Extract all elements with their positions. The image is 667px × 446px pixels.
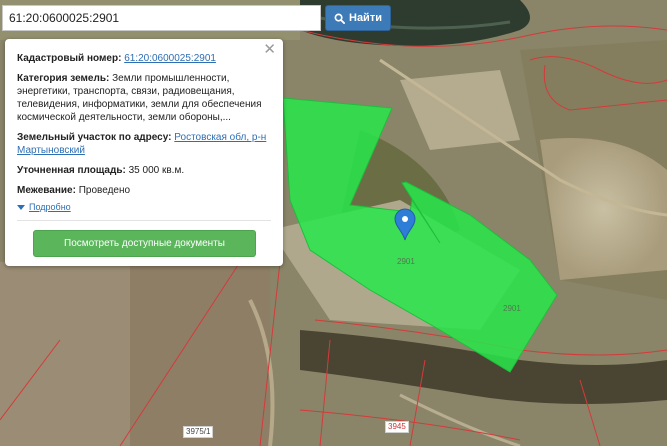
search-input[interactable]	[2, 5, 321, 31]
search-button[interactable]: Найти	[325, 5, 391, 31]
cadastral-link[interactable]: 61:20:0600025:2901	[124, 53, 216, 64]
category-label: Категория земель:	[17, 73, 110, 84]
close-icon[interactable]: ✕	[263, 42, 276, 57]
area-row: Уточненная площадь: 35 000 кв.м.	[17, 164, 271, 177]
plot-label: 2901	[397, 257, 415, 266]
search-icon	[334, 13, 345, 24]
parcel-label: 3945	[385, 421, 409, 433]
survey-row: Межевание: Проведено	[17, 184, 271, 197]
view-documents-button[interactable]: Посмотреть доступные документы	[33, 230, 256, 257]
survey-label: Межевание:	[17, 185, 76, 196]
parcel-label: 3975/1	[183, 426, 214, 438]
area-value: 35 000 кв.м.	[128, 165, 185, 176]
survey-value: Проведено	[78, 185, 131, 196]
chevron-down-icon	[17, 204, 25, 210]
field-bottom-left-2	[130, 262, 270, 446]
category-row: Категория земель: Земли промышленности, …	[17, 72, 271, 124]
cadastral-label: Кадастровый номер:	[17, 53, 122, 64]
details-link[interactable]: Подробно	[29, 202, 71, 212]
address-row: Земельный участок по адресу: Ростовская …	[17, 131, 271, 157]
search-button-label: Найти	[349, 12, 382, 24]
address-label: Земельный участок по адресу:	[17, 132, 172, 143]
area-label: Уточненная площадь:	[17, 165, 126, 176]
info-popup: ✕ Кадастровый номер: 61:20:0600025:2901 …	[5, 39, 283, 266]
quarry-light-2	[540, 138, 667, 280]
cadastral-row: Кадастровый номер: 61:20:0600025:2901	[17, 52, 271, 65]
divider	[17, 220, 271, 221]
plot-label: 2901	[503, 304, 521, 313]
details-toggle[interactable]: Подробно	[17, 202, 271, 212]
